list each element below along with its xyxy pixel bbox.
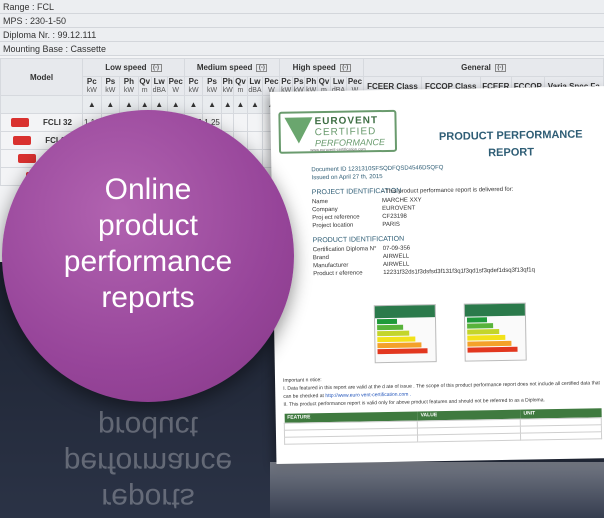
collapse-general-button[interactable]: (-) bbox=[494, 63, 506, 72]
group-header-high: High speed (-) bbox=[279, 58, 364, 77]
sort-arrow-icon[interactable]: ▲ bbox=[233, 95, 248, 114]
sort-arrow-icon[interactable]: ▲ bbox=[202, 95, 222, 114]
diploma-info: Diploma Nr. : 99.12.111 bbox=[0, 28, 604, 42]
column-header: Qvm bbox=[137, 76, 152, 96]
column-header: LwdBA bbox=[150, 76, 168, 96]
column-header: PskW bbox=[100, 76, 121, 96]
project-fields: Name MARCHE XXY Company EUROVENT Proj ect re… bbox=[312, 196, 422, 230]
product-performance-report: EUROVENT CERTIFIED PERFORMANCE www.eurov… bbox=[270, 86, 604, 464]
table-cell bbox=[246, 113, 264, 132]
product-fields: Certification Diploma N° 07-09-356 Brand AI… bbox=[313, 242, 535, 278]
promo-reflection: reports performance product bbox=[2, 402, 294, 518]
energy-label-heating bbox=[463, 302, 527, 362]
product-heading: PRODUCT IDENTIFICATION bbox=[312, 235, 405, 245]
promo-line-4: reports bbox=[101, 281, 195, 314]
column-header: PecW bbox=[166, 76, 185, 96]
column-header: Pc kW bbox=[183, 76, 204, 96]
group-header-medium: Medium speed (-) bbox=[183, 58, 281, 77]
collapse-medium-button[interactable]: (-) bbox=[256, 63, 268, 72]
mounting-info: Mounting Base : Cassette bbox=[0, 42, 604, 56]
sort-arrow-icon[interactable]: ▲ bbox=[246, 95, 264, 114]
field-value: PARIS bbox=[382, 221, 400, 229]
report-meta: Document ID 1231310SFSQDFQSD4546DSQFQ Is… bbox=[311, 164, 443, 182]
mps-info: MPS : 230-1-50 bbox=[0, 14, 604, 28]
energy-label-cooling bbox=[373, 304, 437, 364]
report-reflection bbox=[270, 462, 604, 518]
promo-line-2: product bbox=[97, 209, 199, 242]
column-header: PhkW bbox=[220, 76, 235, 96]
promo-line-3: performance bbox=[63, 245, 233, 278]
field-label: Product r eference bbox=[313, 270, 363, 278]
report-button[interactable] bbox=[17, 154, 36, 164]
column-header: PhkW bbox=[119, 76, 139, 96]
sort-arrow-icon[interactable]: ▲ bbox=[82, 95, 102, 114]
project-intro: - This product performance report is del… bbox=[381, 186, 514, 196]
promo-line-1: Online bbox=[104, 173, 192, 206]
column-header: LwdBA bbox=[246, 76, 264, 96]
feature-table: FEATURE VALUE UNIT bbox=[284, 408, 602, 444]
sort-cell bbox=[0, 95, 83, 114]
sort-arrow-icon[interactable]: ▲ bbox=[183, 95, 204, 114]
field-row: Project location PARIS bbox=[312, 220, 422, 230]
table-cell bbox=[233, 113, 248, 132]
column-header: Pc kW bbox=[82, 76, 102, 96]
group-header-general: General (-) bbox=[362, 58, 604, 77]
collapse-low-button[interactable]: (-) bbox=[150, 63, 162, 72]
field-value: CF23198 bbox=[382, 213, 407, 221]
model-cell: FCLI 32 bbox=[0, 113, 83, 132]
promo-circle: Online product performance reports bbox=[2, 110, 294, 402]
sort-arrow-icon[interactable]: ▲ bbox=[220, 95, 235, 114]
model-header: Model bbox=[0, 58, 83, 96]
report-title: PRODUCT PERFORMANCE REPORT bbox=[438, 128, 583, 160]
issue-date: Issued on April 27 th, 2015 bbox=[311, 174, 383, 182]
sort-arrow-icon[interactable]: ▲ bbox=[100, 95, 121, 114]
table-cell bbox=[220, 113, 235, 132]
report-button[interactable] bbox=[13, 136, 32, 146]
column-header: Qvm bbox=[233, 76, 248, 96]
important-notice: Important n otice: I. Data featured in t… bbox=[283, 371, 604, 409]
promo-text: Online product performance reports bbox=[2, 172, 294, 316]
group-header-low: Low speed (-) bbox=[82, 58, 185, 77]
eurovent-logo: EUROVENT CERTIFIED PERFORMANCE www.eurov… bbox=[278, 109, 398, 154]
field-value: 12231f32ds1f3dsfsd3f131f3q1f3qd1sf3qdef1… bbox=[383, 267, 536, 277]
table-cell bbox=[246, 131, 264, 150]
column-header: PskW bbox=[202, 76, 222, 96]
field-label: Project location bbox=[312, 222, 354, 230]
report-button[interactable] bbox=[11, 118, 30, 128]
range-info: Range : FCL bbox=[0, 0, 604, 14]
collapse-high-button[interactable]: (-) bbox=[339, 63, 351, 72]
